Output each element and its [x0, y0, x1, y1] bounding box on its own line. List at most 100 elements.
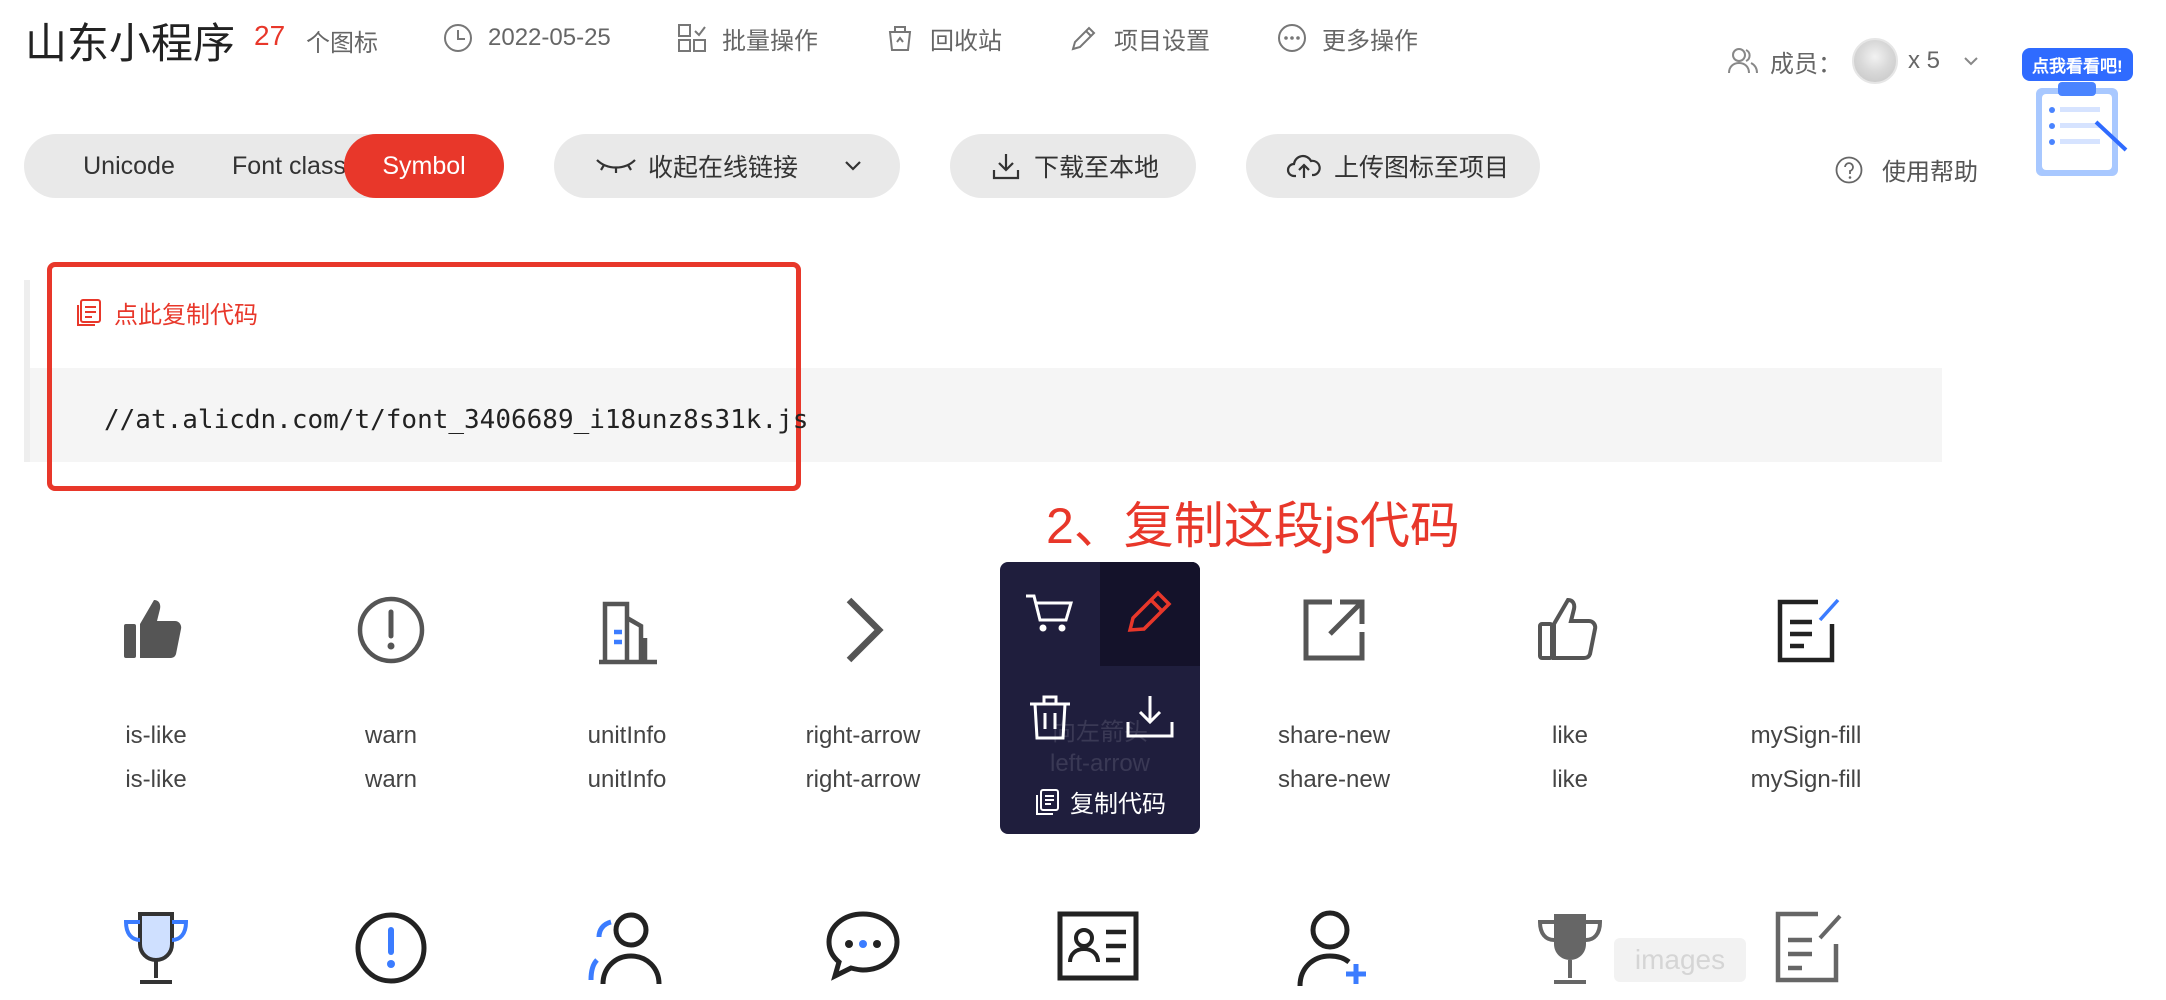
cloud-upload-icon: [1286, 154, 1321, 178]
images-watermark: images: [1614, 938, 1746, 982]
icon-code: is-like: [125, 766, 187, 793]
members-count: x 5: [1908, 47, 1941, 74]
copy-code-button[interactable]: 复制代码: [1034, 784, 1166, 819]
edit-note-icon: [1775, 911, 1842, 983]
icon-name: share-new: [1277, 722, 1391, 749]
icon-hover-actions: 向左箭头 left-arrow 复制代码: [1000, 562, 1200, 834]
promo-clipboard[interactable]: 点我看看吧!: [2018, 48, 2138, 182]
behind-text: left-arrow: [1049, 750, 1151, 777]
download-icon: [992, 154, 1020, 180]
project-settings-button[interactable]: 项目设置: [1068, 18, 1210, 58]
icon-code: like: [1551, 766, 1588, 793]
code-type-tabs: Unicode Font class Symbol: [24, 134, 504, 198]
trophy-icon: [123, 912, 189, 984]
help-label: 使用帮助: [1882, 159, 1978, 186]
icon-name: is-like: [125, 722, 187, 749]
grid-icon: [678, 24, 706, 52]
warn-icon: [357, 596, 425, 664]
icon-card-share-new[interactable]: share-new share-new: [1216, 580, 1452, 810]
icon-card[interactable]: [38, 900, 274, 1000]
icon-code: right-arrow: [805, 766, 921, 793]
alert-circle-icon: [355, 912, 427, 984]
icon-name: right-arrow: [805, 722, 921, 749]
cart-icon[interactable]: [1020, 582, 1080, 642]
collapse-link-label: 收起在线链接: [648, 154, 799, 182]
chevron-down-icon: [1964, 57, 1978, 66]
copy-code-label: 点此复制代码: [114, 302, 258, 329]
upload-icons-label: 上传图标至项目: [1334, 154, 1510, 182]
icon-name: warn: [364, 722, 418, 749]
annotation-text: 2、复制这段js代码: [1046, 498, 1460, 554]
icon-card[interactable]: [1216, 900, 1452, 1000]
icon-card-warn[interactable]: warn warn: [273, 580, 509, 810]
copy-code-link[interactable]: 点此复制代码: [74, 295, 258, 330]
date-text: 2022-05-25: [488, 24, 611, 51]
id-card-icon: [1057, 911, 1139, 981]
recycle-bin-label: 回收站: [930, 27, 1002, 55]
tab-symbol[interactable]: Symbol: [344, 134, 504, 198]
icon-name: unitInfo: [587, 722, 667, 749]
members-dropdown[interactable]: 成员： x 5: [1726, 38, 1982, 84]
chevron-down-icon: [845, 161, 861, 171]
clock-icon: [444, 24, 472, 52]
trash-icon[interactable]: [1020, 688, 1080, 748]
edit-icon[interactable]: [1120, 582, 1180, 642]
add-user-icon: [1297, 910, 1366, 987]
chat-icon: [826, 911, 900, 981]
batch-ops-label: 批量操作: [722, 27, 818, 55]
icon-name: mySign-fill: [1750, 722, 1862, 749]
batch-ops-button[interactable]: 批量操作: [676, 18, 818, 58]
icon-card-is-like[interactable]: is-like is-like: [38, 580, 274, 810]
icon-code: share-new: [1277, 766, 1391, 793]
project-header: 山东小程序 27 个图标 2022-05-25 批量操作 回收站 项目设置 更多…: [0, 0, 2166, 84]
download-local-button[interactable]: 下载至本地: [950, 134, 1196, 198]
download-local-label: 下载至本地: [1034, 154, 1160, 182]
download-icon[interactable]: [1120, 688, 1180, 748]
icon-name: like: [1551, 722, 1588, 749]
project-title: 山东小程序: [25, 20, 236, 67]
share-new-icon: [1303, 599, 1365, 661]
eye-closed-icon: [596, 159, 636, 173]
members-icon: [1728, 48, 1758, 74]
icon-count-label: 个图标: [306, 30, 378, 57]
avatar: [1852, 38, 1898, 84]
thumb-up-filled-icon: [124, 600, 182, 658]
icon-code: mySign-fill: [1750, 766, 1862, 793]
icon-card[interactable]: [980, 900, 1216, 1000]
icon-card-mysign-fill[interactable]: mySign-fill mySign-fill: [1688, 580, 1924, 810]
icon-code: warn: [364, 766, 418, 793]
more-ops-button[interactable]: 更多操作: [1276, 18, 1418, 58]
icon-card[interactable]: [273, 900, 509, 1000]
cup-icon: [1537, 914, 1603, 984]
icon-card[interactable]: [745, 900, 981, 1000]
promo-badge: 点我看看吧!: [2022, 48, 2133, 81]
copy-icon: [1036, 788, 1059, 815]
recycle-bin-button[interactable]: 回收站: [884, 18, 1002, 58]
copy-icon: [77, 298, 101, 326]
icon-card[interactable]: [509, 900, 745, 1000]
more-ops-label: 更多操作: [1322, 27, 1418, 55]
recycle-bin-icon: [888, 26, 912, 51]
icon-count: 27: [254, 20, 286, 51]
help-link[interactable]: 使用帮助: [1834, 152, 1978, 187]
icon-code: unitInfo: [587, 766, 667, 793]
thumb-up-outline-icon: [1538, 597, 1598, 660]
collapse-link-dropdown[interactable]: 收起在线链接: [554, 134, 900, 198]
code-box: 点此复制代码 //at.alicdn.com/t/font_3406689_i1…: [47, 262, 808, 491]
code-url[interactable]: //at.alicdn.com/t/font_3406689_i18unz8s3…: [104, 405, 808, 435]
icon-card-like[interactable]: like like: [1452, 580, 1688, 810]
icon-card-right-arrow[interactable]: right-arrow right-arrow: [745, 580, 981, 810]
building-icon: [599, 601, 657, 665]
users-icon: [588, 912, 662, 985]
more-dots-icon: [1278, 24, 1306, 52]
right-arrow-icon: [846, 597, 884, 663]
date-info: 2022-05-25: [442, 18, 611, 58]
upload-icons-button[interactable]: 上传图标至项目: [1246, 134, 1540, 198]
tab-unicode[interactable]: Unicode: [44, 134, 214, 198]
project-settings-label: 项目设置: [1114, 27, 1210, 55]
question-circle-icon: [1835, 156, 1863, 183]
icon-card-unitinfo[interactable]: unitInfo unitInfo: [509, 580, 745, 810]
copy-code-label: 复制代码: [1070, 791, 1166, 818]
pencil-icon: [1071, 26, 1096, 51]
sign-edit-icon: [1777, 598, 1840, 663]
